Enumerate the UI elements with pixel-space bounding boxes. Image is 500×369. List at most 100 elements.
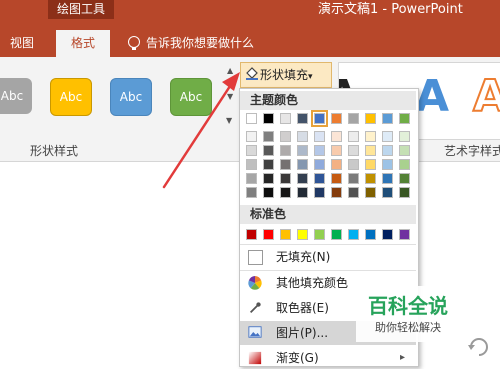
wordart-sample-blue[interactable]: A (415, 71, 449, 122)
standard-color-cell[interactable] (280, 229, 291, 240)
menu-item-no-fill[interactable]: 无填充(N) (240, 246, 416, 268)
picture-icon (248, 326, 262, 338)
chevron-down-icon: ▾ (308, 72, 313, 82)
theme-color-cell[interactable] (314, 145, 325, 156)
standard-color-cell[interactable] (382, 229, 393, 240)
paint-bucket-icon (246, 67, 258, 80)
shape-fill-label[interactable]: 形状填充▾ (260, 66, 313, 83)
theme-color-cell[interactable] (399, 159, 410, 170)
menu-item-label: 取色器(E) (276, 301, 329, 315)
theme-color-cell[interactable] (382, 159, 393, 170)
theme-color-cell[interactable] (382, 187, 393, 198)
theme-color-cell[interactable] (314, 159, 325, 170)
theme-color-cell[interactable] (365, 159, 376, 170)
theme-color-cell[interactable] (297, 159, 308, 170)
theme-color-cell[interactable] (348, 131, 359, 142)
theme-color-cell[interactable] (399, 131, 410, 142)
theme-color-cell[interactable] (314, 173, 325, 184)
theme-color-cell[interactable] (348, 113, 359, 124)
theme-color-cell[interactable] (263, 145, 274, 156)
theme-color-cell[interactable] (246, 131, 257, 142)
refresh-icon (468, 338, 488, 356)
theme-color-cell[interactable] (297, 113, 308, 124)
theme-color-cell[interactable] (365, 173, 376, 184)
standard-color-cell[interactable] (263, 229, 274, 240)
theme-color-cell[interactable] (297, 173, 308, 184)
shape-fill-text: 形状填充 (260, 68, 309, 82)
watermark-title: 百科全说 (368, 294, 448, 318)
theme-color-cell[interactable] (246, 173, 257, 184)
standard-colors-header: 标准色 (240, 205, 416, 224)
theme-color-cell[interactable] (331, 187, 342, 198)
theme-color-cell[interactable] (348, 173, 359, 184)
theme-color-cell[interactable] (280, 159, 291, 170)
theme-color-cell[interactable] (246, 113, 257, 124)
theme-color-cell[interactable] (263, 131, 274, 142)
theme-color-cell[interactable] (399, 187, 410, 198)
standard-color-cell[interactable] (348, 229, 359, 240)
theme-color-cell[interactable] (382, 113, 393, 124)
theme-color-cell[interactable] (297, 187, 308, 198)
menu-divider (240, 270, 416, 271)
standard-color-cell[interactable] (399, 229, 410, 240)
gradient-icon (248, 351, 262, 365)
standard-color-cell[interactable] (246, 229, 257, 240)
theme-color-cell[interactable] (280, 145, 291, 156)
theme-color-cell[interactable] (365, 187, 376, 198)
theme-color-cell[interactable] (280, 187, 291, 198)
menu-item-label: 渐变(G) (276, 351, 319, 365)
theme-color-cell[interactable] (399, 113, 410, 124)
theme-color-cell[interactable] (263, 113, 274, 124)
watermark-logo: 百科全说 助你轻松解决 (356, 286, 460, 342)
standard-color-cell[interactable] (297, 229, 308, 240)
theme-color-cell[interactable] (382, 145, 393, 156)
theme-color-cell[interactable] (331, 159, 342, 170)
group-label-shape-styles: 形状样式 (30, 144, 79, 158)
theme-color-cell[interactable] (348, 145, 359, 156)
theme-color-cell[interactable] (311, 110, 328, 127)
theme-color-cell[interactable] (348, 187, 359, 198)
menu-item-label: 图片(P)... (276, 326, 329, 340)
standard-color-cell[interactable] (331, 229, 342, 240)
shape-style-swatch-gold[interactable]: Abc (50, 78, 92, 116)
tell-me-search[interactable]: 告诉我你想要做什么 (146, 30, 254, 57)
theme-color-cell[interactable] (331, 131, 342, 142)
theme-color-cell[interactable] (382, 173, 393, 184)
theme-color-cell[interactable] (263, 187, 274, 198)
theme-color-cell[interactable] (280, 131, 291, 142)
menu-item-gradient[interactable]: 渐变(G) ▸ (240, 347, 416, 369)
standard-color-cell[interactable] (314, 229, 325, 240)
theme-color-cell[interactable] (314, 131, 325, 142)
menu-item-label: 无填充(N) (276, 250, 331, 264)
theme-color-cell[interactable] (399, 173, 410, 184)
theme-color-cell[interactable] (246, 159, 257, 170)
tab-format[interactable]: 格式 (56, 30, 110, 57)
theme-color-cell[interactable] (348, 159, 359, 170)
shape-style-swatch-blue[interactable]: Abc (110, 78, 152, 116)
theme-color-cell[interactable] (280, 173, 291, 184)
drawing-tools-context-tab[interactable]: 绘图工具 (48, 0, 114, 19)
theme-color-cell[interactable] (365, 145, 376, 156)
shape-style-swatch-gray[interactable]: Abc (0, 78, 32, 114)
theme-color-cell[interactable] (365, 113, 376, 124)
theme-color-cell[interactable] (331, 113, 342, 124)
theme-color-cell[interactable] (365, 131, 376, 142)
theme-color-cell[interactable] (314, 187, 325, 198)
theme-color-cell[interactable] (297, 131, 308, 142)
chevron-right-icon: ▸ (400, 352, 406, 363)
theme-color-cell[interactable] (331, 145, 342, 156)
theme-color-cell[interactable] (382, 131, 393, 142)
theme-color-cell[interactable] (280, 113, 291, 124)
theme-color-cell[interactable] (297, 145, 308, 156)
theme-color-cell[interactable] (263, 173, 274, 184)
standard-color-cell[interactable] (365, 229, 376, 240)
theme-color-cell[interactable] (246, 145, 257, 156)
tab-view[interactable]: 视图 (10, 30, 34, 57)
theme-color-cell[interactable] (331, 173, 342, 184)
theme-color-cell[interactable] (263, 159, 274, 170)
theme-color-cell[interactable] (399, 145, 410, 156)
menu-item-label: 其他填充颜色 (276, 276, 349, 290)
theme-color-cell[interactable] (246, 187, 257, 198)
menu-divider (240, 244, 416, 245)
wordart-sample-orange-outline[interactable]: A (472, 70, 500, 123)
